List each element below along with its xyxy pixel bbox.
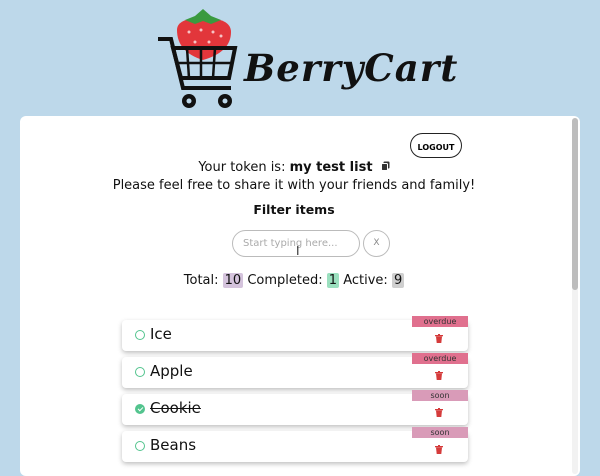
status-badge: soon	[412, 390, 468, 401]
total-count: 10	[222, 273, 244, 288]
token-prefix: Your token is:	[198, 160, 286, 175]
trash-icon[interactable]	[435, 334, 443, 346]
share-message: Please feel free to share it with your f…	[112, 178, 476, 193]
token-name: my test list	[289, 160, 373, 175]
clear-filter-button[interactable]: X	[363, 230, 390, 257]
item-label: Cookie	[150, 399, 201, 417]
list-item[interactable]: Beans soon	[122, 427, 468, 462]
check-circle-icon[interactable]	[135, 404, 145, 414]
check-circle-icon[interactable]	[135, 367, 145, 377]
scrollbar-thumb[interactable]	[572, 118, 578, 290]
main-card: LOGOUT Your token is: my test list Pleas…	[20, 116, 580, 476]
item-label: Apple	[150, 362, 193, 380]
token-line: Your token is: my test list	[20, 160, 568, 175]
status-badge: overdue	[412, 316, 468, 327]
completed-count: 1	[326, 273, 340, 288]
brand-name: BerryCart	[244, 46, 459, 90]
check-circle-icon[interactable]	[135, 441, 145, 451]
status-badge: soon	[412, 427, 468, 438]
trash-icon[interactable]	[435, 445, 443, 457]
completed-label: Completed:	[247, 273, 323, 288]
trash-icon[interactable]	[435, 371, 443, 383]
scrollbar[interactable]	[572, 118, 578, 474]
stats-summary: Total: 10 Completed: 1 Active: 9	[20, 273, 568, 288]
strawberry-cart-icon	[158, 9, 238, 108]
status-badge: overdue	[412, 353, 468, 364]
list-item[interactable]: Cookie soon	[122, 390, 468, 425]
text-cursor-icon: I	[296, 244, 300, 258]
active-count: 9	[391, 273, 405, 288]
trash-icon[interactable]	[435, 408, 443, 420]
copy-icon[interactable]	[380, 161, 390, 174]
list-item[interactable]: Apple overdue	[122, 353, 468, 388]
item-label: Ice	[150, 325, 172, 343]
active-label: Active:	[343, 273, 388, 288]
list-item[interactable]: Ice overdue	[122, 316, 468, 351]
filter-title: Filter items	[253, 202, 335, 217]
item-label: Beans	[150, 436, 197, 454]
check-circle-icon[interactable]	[135, 330, 145, 340]
logout-button[interactable]: LOGOUT	[410, 133, 462, 158]
total-label: Total:	[183, 273, 219, 288]
